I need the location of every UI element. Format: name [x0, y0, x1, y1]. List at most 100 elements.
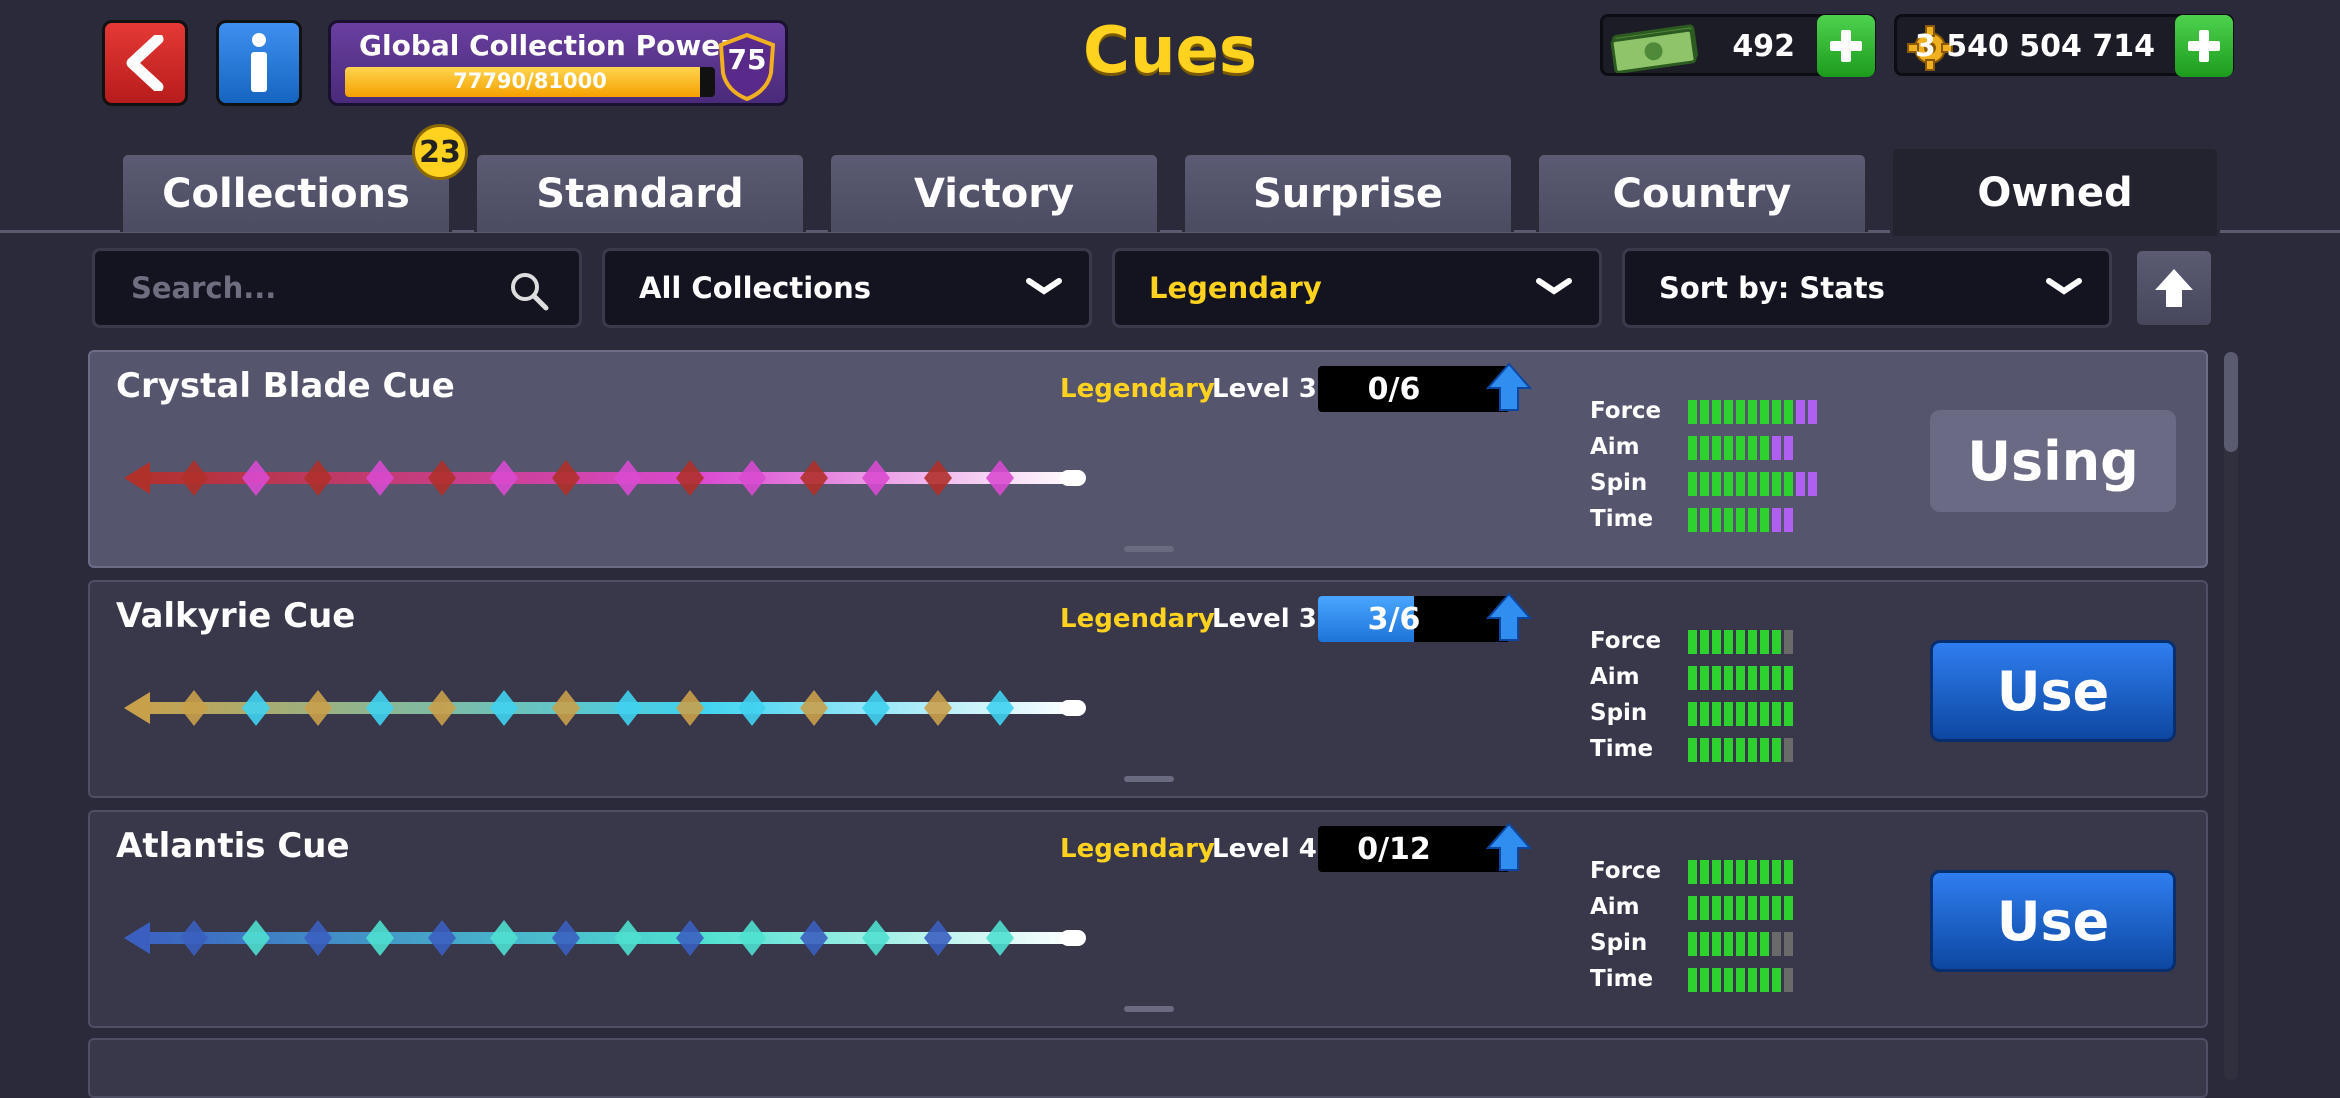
- use-button[interactable]: Use: [1930, 640, 2176, 742]
- stat-segment-filled: [1736, 860, 1745, 884]
- stat-segment-filled: [1712, 508, 1721, 532]
- stat-segment-filled: [1724, 472, 1733, 496]
- rarity-dropdown-value: Legendary: [1149, 271, 1322, 305]
- stat-segment-filled: [1688, 738, 1697, 762]
- stat-bar-spin: [1688, 932, 1793, 956]
- stat-segment-filled: [1748, 508, 1757, 532]
- upgrade-arrow-icon[interactable]: [1486, 362, 1532, 414]
- cue-rarity: Legendary: [1060, 374, 1215, 404]
- stat-segment-filled: [1748, 436, 1757, 460]
- cue-name: Atlantis Cue: [116, 826, 350, 866]
- list-scrollbar[interactable]: [2224, 352, 2238, 1080]
- upgrade-arrow-icon[interactable]: [1486, 592, 1532, 644]
- stat-label-aim: Aim: [1590, 434, 1640, 460]
- stat-segment-empty: [1784, 630, 1793, 654]
- stat-segment-filled: [1760, 472, 1769, 496]
- chevron-down-icon: [2046, 278, 2082, 295]
- cue-rarity: Legendary: [1060, 604, 1215, 634]
- stat-segment-filled: [1700, 472, 1709, 496]
- stat-segment-filled: [1688, 436, 1697, 460]
- drag-handle: [1124, 1006, 1174, 1012]
- stat-segment-filled: [1760, 702, 1769, 726]
- stat-segment-filled: [1736, 738, 1745, 762]
- drag-handle: [1124, 546, 1174, 552]
- cue-name: Crystal Blade Cue: [116, 366, 455, 406]
- stat-segment-boost: [1796, 472, 1805, 496]
- stat-segment-filled: [1688, 400, 1697, 424]
- stat-segment-filled: [1760, 932, 1769, 956]
- stat-segment-filled: [1724, 738, 1733, 762]
- stat-segment-filled: [1712, 860, 1721, 884]
- stat-segment-filled: [1724, 702, 1733, 726]
- stat-segment-filled: [1700, 932, 1709, 956]
- rarity-dropdown[interactable]: Legendary: [1112, 248, 1602, 328]
- stat-segment-filled: [1724, 968, 1733, 992]
- stat-segment-boost: [1772, 436, 1781, 460]
- search-icon: [511, 273, 549, 311]
- stat-segment-filled: [1748, 738, 1757, 762]
- stat-segment-boost: [1808, 472, 1817, 496]
- stat-segment-filled: [1736, 932, 1745, 956]
- add-cash-button[interactable]: [1817, 15, 1875, 77]
- tab-victory[interactable]: Victory: [828, 152, 1160, 232]
- cue-level: Level 3: [1212, 604, 1317, 634]
- use-button[interactable]: Use: [1930, 870, 2176, 972]
- tab-owned[interactable]: Owned: [1890, 146, 2220, 236]
- stat-segment-filled: [1700, 860, 1709, 884]
- cue-card[interactable]: Atlantis Cue Legendary Level 4 0/12 Forc…: [88, 810, 2208, 1028]
- stat-segment-filled: [1772, 400, 1781, 424]
- add-coins-button[interactable]: [2175, 15, 2233, 77]
- collection-dropdown-value: All Collections: [639, 271, 871, 305]
- stat-segment-filled: [1748, 702, 1757, 726]
- scroll-thumb[interactable]: [2224, 352, 2238, 452]
- stat-segment-filled: [1712, 968, 1721, 992]
- chevron-down-icon: [1536, 278, 1572, 295]
- stat-label-time: Time: [1590, 736, 1654, 762]
- stat-segment-filled: [1712, 702, 1721, 726]
- stat-segment-filled: [1712, 932, 1721, 956]
- tab-collections[interactable]: Collections: [120, 152, 452, 232]
- stat-segment-empty: [1784, 738, 1793, 762]
- stat-bar-aim: [1688, 666, 1793, 690]
- stat-bar-force: [1688, 860, 1793, 884]
- collections-badge: 23: [412, 124, 468, 180]
- stat-bar-time: [1688, 738, 1793, 762]
- cue-name: Valkyrie Cue: [116, 596, 356, 636]
- stat-segment-filled: [1688, 508, 1697, 532]
- cue-card[interactable]: Valkyrie Cue Legendary Level 3 3/6 Force…: [88, 580, 2208, 798]
- stat-segment-filled: [1700, 702, 1709, 726]
- stat-segment-filled: [1748, 932, 1757, 956]
- stat-segment-filled: [1724, 630, 1733, 654]
- tab-country[interactable]: Country: [1536, 152, 1868, 232]
- sort-dropdown[interactable]: Sort by: Stats: [1622, 248, 2112, 328]
- stat-segment-filled: [1772, 860, 1781, 884]
- stat-segment-filled: [1712, 472, 1721, 496]
- cue-pieces-text: 0/6: [1367, 372, 1421, 407]
- stat-segment-filled: [1784, 896, 1793, 920]
- cue-card[interactable]: Crystal Blade Cue Legendary Level 3 0/6 …: [88, 350, 2208, 568]
- stat-segment-filled: [1736, 896, 1745, 920]
- upgrade-arrow-icon[interactable]: [1486, 822, 1532, 874]
- stat-label-force: Force: [1590, 858, 1662, 884]
- stat-segment-filled: [1772, 896, 1781, 920]
- collection-dropdown[interactable]: All Collections: [602, 248, 1092, 328]
- tab-standard[interactable]: Standard: [474, 152, 806, 232]
- stat-segment-filled: [1724, 436, 1733, 460]
- stat-segment-filled: [1700, 968, 1709, 992]
- stat-bar-spin: [1688, 702, 1793, 726]
- cue-card-partial[interactable]: [88, 1038, 2208, 1098]
- stat-segment-filled: [1760, 860, 1769, 884]
- stat-segment-filled: [1688, 472, 1697, 496]
- stat-segment-filled: [1784, 400, 1793, 424]
- stat-label-spin: Spin: [1590, 470, 1648, 496]
- stat-segment-filled: [1712, 436, 1721, 460]
- sort-direction-button[interactable]: [2134, 248, 2214, 328]
- stat-bar-time: [1688, 508, 1793, 532]
- stat-segment-filled: [1748, 896, 1757, 920]
- stat-segment-filled: [1748, 968, 1757, 992]
- using-button[interactable]: Using: [1930, 410, 2176, 512]
- cue-image: [124, 690, 1086, 726]
- tab-surprise[interactable]: Surprise: [1182, 152, 1514, 232]
- cue-image: [124, 920, 1086, 956]
- search-input[interactable]: Search...: [92, 248, 582, 328]
